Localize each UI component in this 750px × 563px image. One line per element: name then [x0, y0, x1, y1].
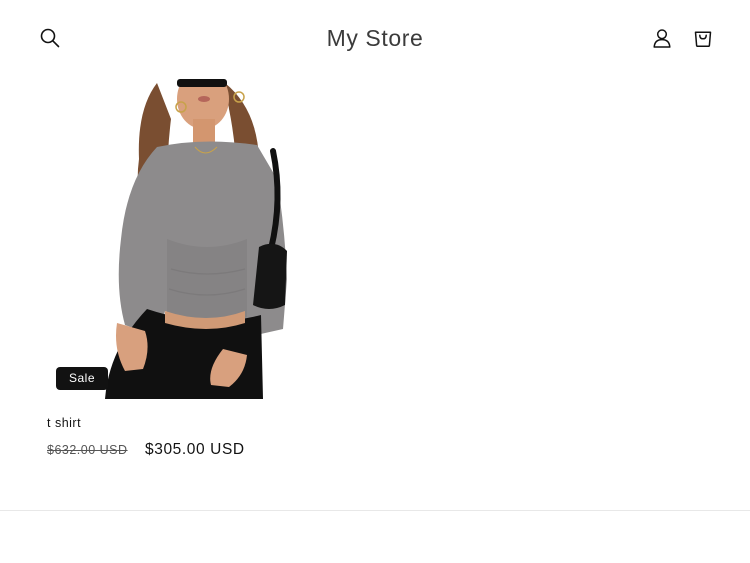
cart-icon: [694, 31, 712, 48]
product-title-link[interactable]: t shirt: [47, 416, 81, 430]
sale-price: $305.00 USD: [145, 441, 245, 458]
store-name-link[interactable]: My Store: [0, 22, 750, 54]
account-icon: [653, 29, 671, 48]
price-row: $632.00 USD $305.00 USD: [47, 441, 245, 459]
product-image[interactable]: [47, 79, 337, 399]
product-card[interactable]: Sale t shirt $632.00 USD $305.00 USD: [47, 79, 337, 469]
sale-badge: Sale: [56, 367, 109, 390]
site-header: My Store: [0, 0, 750, 78]
footer-divider: [0, 510, 750, 511]
product-photo-illustration: [105, 79, 287, 399]
compare-at-price: $632.00 USD: [47, 443, 128, 457]
account-button[interactable]: [646, 22, 678, 54]
cart-button[interactable]: [687, 22, 719, 54]
